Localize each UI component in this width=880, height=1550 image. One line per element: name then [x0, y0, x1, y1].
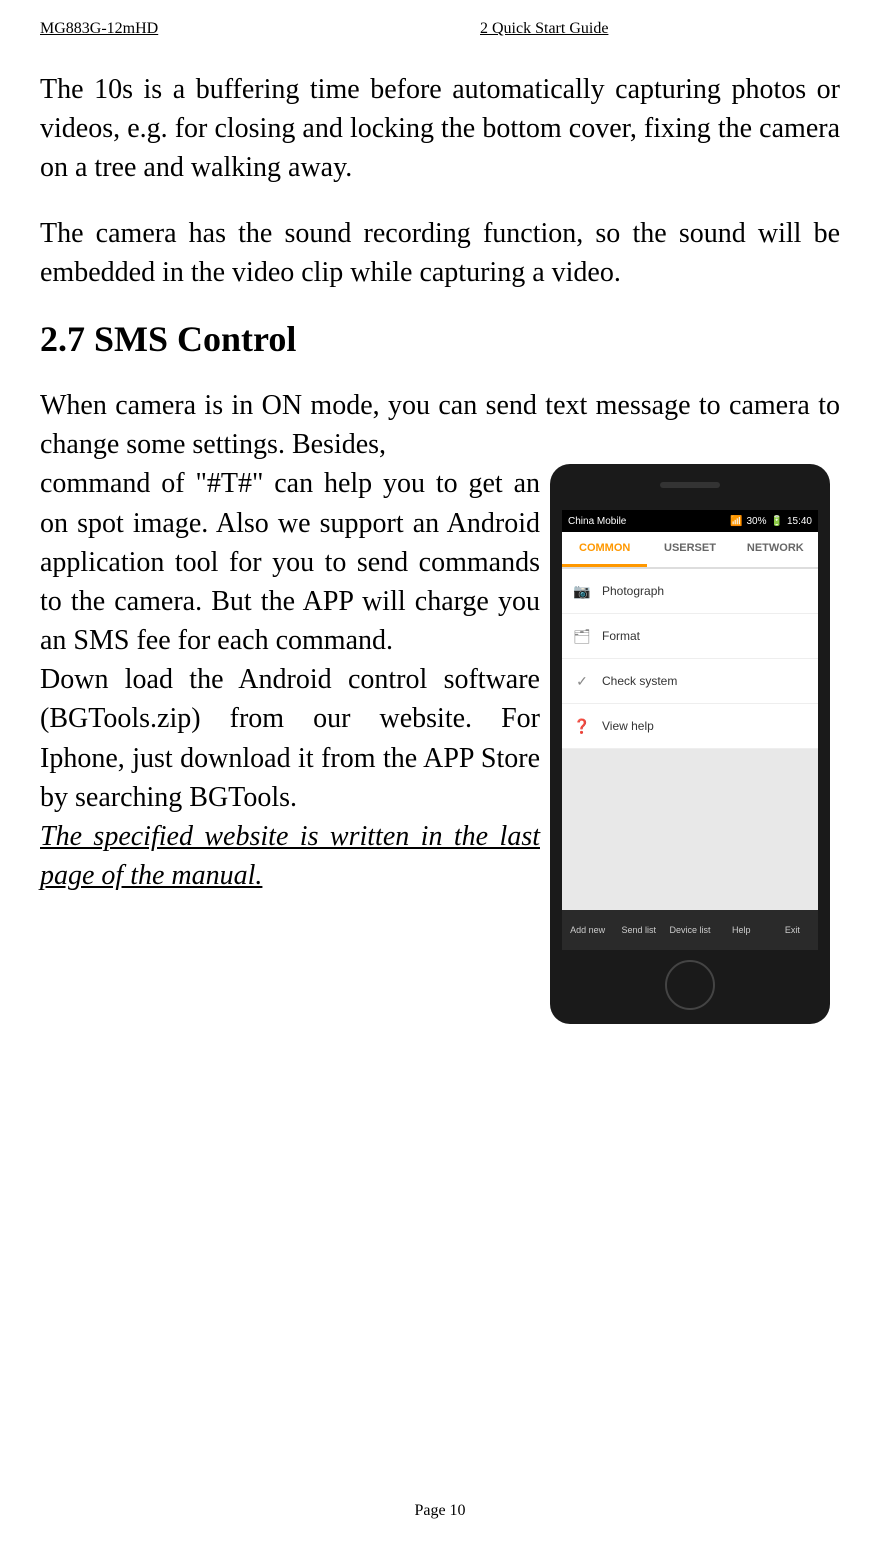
time-label: 15:40: [787, 516, 812, 527]
header-section: 2 Quick Start Guide: [400, 20, 840, 38]
status-right: 📶 30% 🔋 15:40: [730, 516, 812, 527]
menu-item-view-help[interactable]: ❓ View help: [562, 704, 818, 749]
menu-label: Format: [602, 629, 640, 643]
page-footer: Page 10: [0, 1502, 880, 1520]
col-p2: Down load the Android control software (…: [40, 660, 540, 817]
help-icon: ❓: [572, 716, 592, 736]
text-column: command of "#T#" can help you to get an …: [40, 464, 540, 1024]
content-row: command of "#T#" can help you to get an …: [40, 464, 840, 1024]
bottom-nav-bar: Add new Send list Device list Help Exit: [562, 910, 818, 950]
phone-speaker: [660, 482, 720, 488]
signal-icon: 📶: [730, 516, 742, 527]
menu-item-check-system[interactable]: ✓ Check system: [562, 659, 818, 704]
tab-common[interactable]: COMMON: [562, 532, 647, 567]
phone-mockup: China Mobile 📶 30% 🔋 15:40 COMMON USERSE…: [550, 464, 830, 1024]
tab-network[interactable]: NETWORK: [733, 532, 818, 567]
page-header: MG883G-12mHD 2 Quick Start Guide: [40, 20, 840, 40]
section-intro: When camera is in ON mode, you can send …: [40, 386, 840, 464]
camera-icon: 📷: [572, 581, 592, 601]
header-model: MG883G-12mHD: [40, 20, 400, 38]
nav-exit[interactable]: Exit: [767, 925, 818, 935]
carrier-label: China Mobile: [568, 516, 626, 527]
menu-label: Photograph: [602, 584, 664, 598]
menu-label: Check system: [602, 674, 677, 688]
phone-home-button[interactable]: [665, 960, 715, 1010]
paragraph-sound: The camera has the sound recording funct…: [40, 214, 840, 292]
section-title: 2.7 SMS Control: [40, 318, 840, 360]
col-p3-website-note: The specified website is written in the …: [40, 817, 540, 895]
menu-label: View help: [602, 719, 654, 733]
nav-add-new[interactable]: Add new: [562, 925, 613, 935]
paragraph-buffering: The 10s is a buffering time before autom…: [40, 70, 840, 188]
nav-send-list[interactable]: Send list: [613, 925, 664, 935]
phone-screen: China Mobile 📶 30% 🔋 15:40 COMMON USERSE…: [562, 510, 818, 950]
phone-column: China Mobile 📶 30% 🔋 15:40 COMMON USERSE…: [550, 464, 840, 1024]
tab-bar: COMMON USERSET NETWORK: [562, 532, 818, 569]
nav-device-list[interactable]: Device list: [664, 925, 715, 935]
tab-userset[interactable]: USERSET: [647, 532, 732, 567]
nav-help[interactable]: Help: [716, 925, 767, 935]
menu-item-photograph[interactable]: 📷 Photograph: [562, 569, 818, 614]
check-icon: ✓: [572, 671, 592, 691]
battery-label: 30%: [747, 516, 767, 527]
menu-list: 📷 Photograph 🗂 Format ✓ Check system ❓ V…: [562, 569, 818, 749]
col-p1: command of "#T#" can help you to get an …: [40, 464, 540, 660]
menu-item-format[interactable]: 🗂 Format: [562, 614, 818, 659]
battery-icon: 🔋: [771, 516, 783, 527]
format-icon: 🗂: [572, 626, 592, 646]
status-bar: China Mobile 📶 30% 🔋 15:40: [562, 510, 818, 532]
